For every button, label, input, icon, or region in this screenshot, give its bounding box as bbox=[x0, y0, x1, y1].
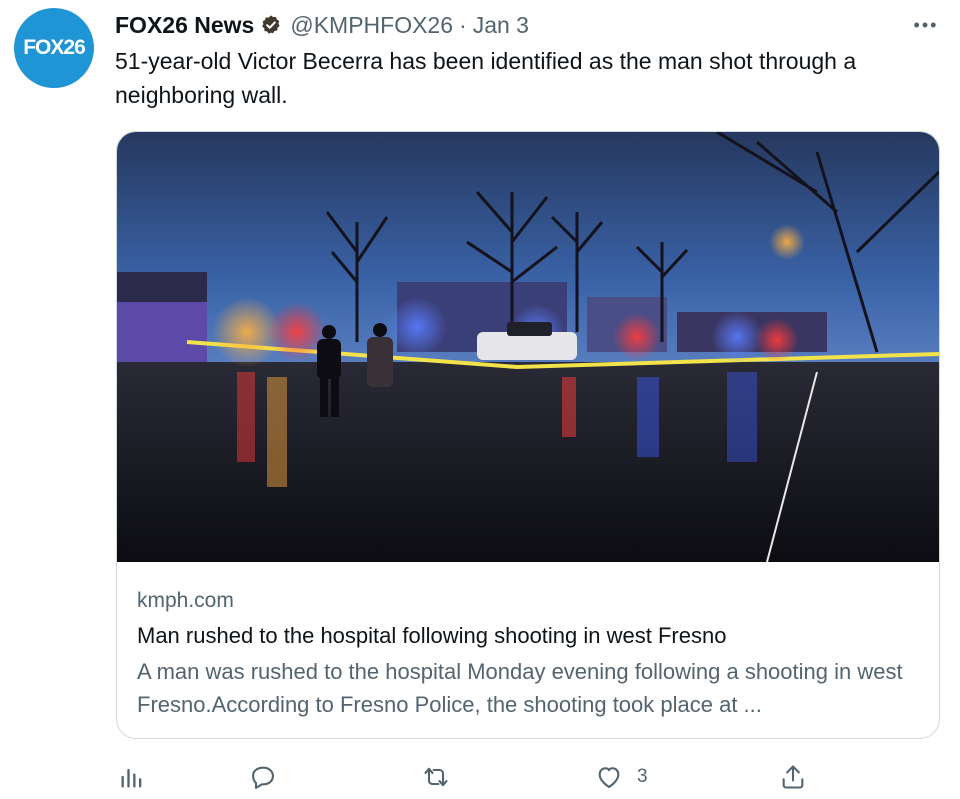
retweet-icon bbox=[424, 767, 448, 787]
tweet-actions: 3 bbox=[0, 755, 960, 799]
display-name[interactable]: FOX26 News bbox=[115, 12, 254, 39]
retweet-button[interactable] bbox=[422, 761, 450, 793]
avatar-logo-text: FOX26 bbox=[23, 36, 86, 59]
verified-badge-icon bbox=[262, 15, 280, 34]
analytics-icon bbox=[121, 768, 142, 788]
separator-dot: · bbox=[459, 11, 467, 38]
share-button[interactable] bbox=[779, 761, 807, 793]
reply-button[interactable] bbox=[249, 761, 277, 793]
analytics-button[interactable] bbox=[118, 761, 146, 793]
reply-icon bbox=[252, 766, 274, 789]
like-button[interactable]: 3 bbox=[595, 761, 648, 793]
tweet-text: 51-year-old Victor Becerra has been iden… bbox=[115, 48, 857, 108]
tweet[interactable]: FOX26 FOX26 News @KMPHFOX26 · Jan 3 ••• … bbox=[0, 0, 960, 799]
card-text: kmph.com Man rushed to the hospital foll… bbox=[137, 586, 927, 721]
more-options-button[interactable]: ••• bbox=[910, 12, 942, 38]
card-title: Man rushed to the hospital following sho… bbox=[137, 623, 727, 648]
link-card[interactable]: kmph.com Man rushed to the hospital foll… bbox=[116, 131, 940, 739]
card-description: A man was rushed to the hospital Monday … bbox=[137, 659, 903, 717]
handle[interactable]: @KMPHFOX26 bbox=[290, 12, 453, 39]
tweet-date[interactable]: Jan 3 bbox=[473, 12, 529, 39]
tweet-header: FOX26 News @KMPHFOX26 · Jan 3 bbox=[115, 10, 529, 40]
heart-icon bbox=[598, 767, 620, 788]
more-icon: ••• bbox=[913, 14, 939, 35]
avatar[interactable]: FOX26 bbox=[14, 8, 94, 88]
share-icon bbox=[782, 765, 804, 789]
card-domain: kmph.com bbox=[137, 589, 234, 612]
like-count: 3 bbox=[637, 766, 648, 787]
card-image[interactable] bbox=[117, 132, 939, 562]
